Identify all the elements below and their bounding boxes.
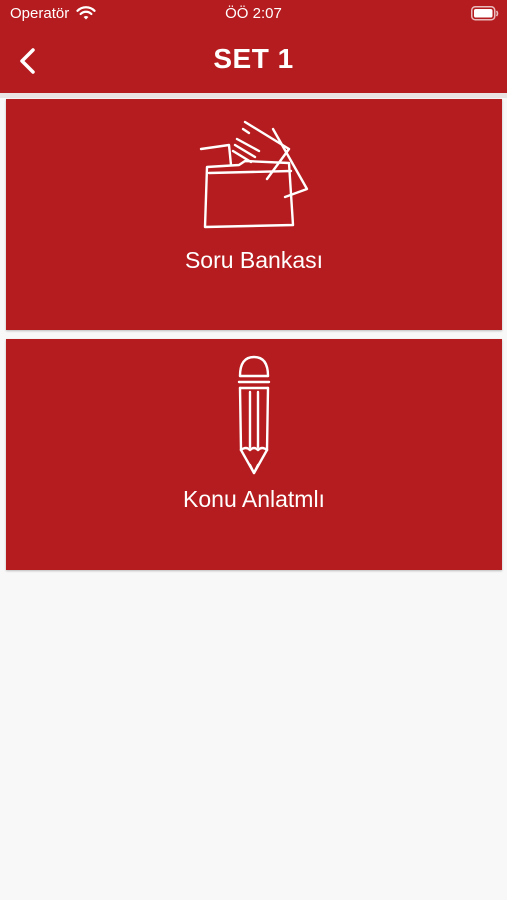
- soru-bankasi-card[interactable]: Soru Bankası: [6, 99, 502, 330]
- page-title: SET 1: [213, 43, 294, 74]
- app-header: Operatör ÖÖ 2:07 SET 1: [0, 0, 507, 93]
- status-bar: Operatör ÖÖ 2:07: [0, 0, 507, 28]
- clock: ÖÖ 2:07: [225, 5, 282, 22]
- konu-anlatmli-label: Konu Anlatmlı: [183, 486, 325, 512]
- header-divider: [0, 93, 507, 98]
- soru-bankasi-label: Soru Bankası: [184, 247, 324, 273]
- pencil-icon: [237, 355, 271, 475]
- battery-icon: [471, 6, 499, 21]
- folder-papers-icon: [199, 120, 309, 229]
- konu-anlatmli-card[interactable]: Konu Anlatmlı: [6, 339, 502, 570]
